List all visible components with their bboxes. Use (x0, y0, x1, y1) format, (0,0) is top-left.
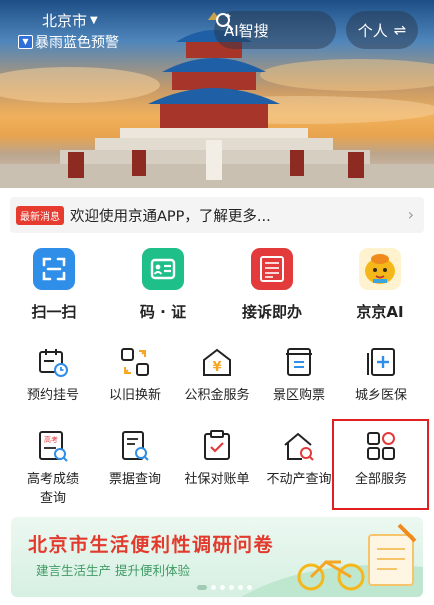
news-badge: 最新消息 (16, 205, 64, 225)
top-service-label: 京京AI (356, 303, 404, 321)
svg-text:高考: 高考 (44, 435, 58, 444)
all-services-highlight (332, 419, 429, 510)
service-label: 预约挂号 (26, 388, 79, 403)
weather-alert-text: 暴雨蓝色预警 (35, 35, 119, 51)
chevron-right-icon: › (407, 205, 414, 224)
service-label: 城乡医保 (354, 388, 407, 403)
carousel-dot (197, 585, 207, 590)
service-housing-fund[interactable]: ¥ 公积金服务 (174, 345, 260, 405)
exam-score-icon: 高考 (39, 431, 68, 462)
top-service-ai[interactable]: 京京AI (330, 248, 430, 322)
housing-fund-icon: ¥ (203, 348, 231, 376)
weather-alert-icon: ▼ (18, 35, 33, 49)
service-label: 高考成绩查询 (26, 472, 79, 506)
id-card-icon (142, 248, 184, 290)
service-label: 公积金服务 (184, 388, 250, 403)
city-selector[interactable]: 北京市 ▼ (42, 10, 98, 31)
service-exam-score[interactable]: 高考 高考成绩查询 (10, 429, 96, 508)
personal-button[interactable]: 个人 ⇌ (346, 11, 418, 49)
service-receipt[interactable]: 票据查询 (92, 429, 178, 489)
social-security-icon (204, 430, 230, 460)
top-service-label: 码 · 证 (139, 303, 187, 321)
personal-label: 个人 (357, 21, 388, 40)
service-label: 票据查询 (108, 472, 161, 487)
ticket-icon (286, 348, 312, 376)
top-services: 扫一扫 码 · 证 接诉即办 京京AI (0, 248, 434, 328)
banner-title: 北京市生活便利性调研问卷 (28, 534, 275, 556)
mascot-icon (359, 248, 401, 290)
ai-search-icon (216, 13, 234, 31)
service-label: 景区购票 (272, 388, 325, 403)
switch-icon: ⇌ (393, 21, 407, 39)
service-label: 以旧换新 (108, 388, 161, 403)
service-trade-in[interactable]: 以旧换新 (92, 345, 178, 405)
service-ticket[interactable]: 景区购票 (256, 345, 342, 405)
carousel-dot (238, 585, 243, 590)
ai-search-button[interactable]: AI智搜 (214, 11, 336, 49)
service-label: 社保对账单 (184, 472, 250, 487)
news-bar[interactable]: 最新消息 欢迎使用京通APP，了解更多... › (10, 197, 424, 233)
top-service-label: 接诉即办 (241, 303, 302, 321)
caret-down-icon: ▼ (90, 15, 98, 26)
svg-text:¥: ¥ (212, 360, 221, 375)
complaint-icon (251, 248, 293, 290)
carousel-dot (220, 585, 225, 590)
banner-subtitle: 建言生活生产 提升便利体验 (36, 563, 190, 578)
carousel-indicator (197, 585, 252, 590)
service-appointment[interactable]: 预约挂号 (10, 345, 96, 405)
exchange-icon (121, 348, 149, 376)
top-service-code[interactable]: 码 · 证 (113, 248, 213, 322)
city-label: 北京市 (42, 12, 88, 30)
scan-icon (33, 248, 75, 290)
app-home: 北京市 ▼ ▼ 暴雨蓝色预警 AI智搜 个人 ⇌ 最新消息 欢迎使用京通APP，… (0, 0, 434, 605)
service-social-security[interactable]: 社保对账单 (174, 429, 260, 489)
news-text: 欢迎使用京通APP，了解更多... (70, 208, 271, 225)
carousel-dot (247, 585, 252, 590)
medical-icon (367, 348, 395, 376)
receipt-search-icon (122, 431, 149, 461)
carousel-dot (211, 585, 216, 590)
top-service-complaint[interactable]: 接诉即办 (222, 248, 322, 322)
top-service-label: 扫一扫 (31, 303, 77, 321)
service-property[interactable]: 不动产查询 (256, 429, 342, 489)
calendar-clock-icon (39, 349, 68, 377)
weather-alert[interactable]: ▼ 暴雨蓝色预警 (18, 32, 119, 52)
carousel-dot (229, 585, 234, 590)
hero-banner: 北京市 ▼ ▼ 暴雨蓝色预警 AI智搜 个人 ⇌ (0, 0, 434, 188)
property-search-icon (284, 432, 314, 461)
top-service-scan[interactable]: 扫一扫 (4, 248, 104, 322)
survey-banner[interactable]: 北京市生活便利性调研问卷 建言生活生产 提升便利体验 (11, 517, 423, 597)
service-label: 不动产查询 (266, 472, 332, 487)
service-medical[interactable]: 城乡医保 (338, 345, 424, 405)
